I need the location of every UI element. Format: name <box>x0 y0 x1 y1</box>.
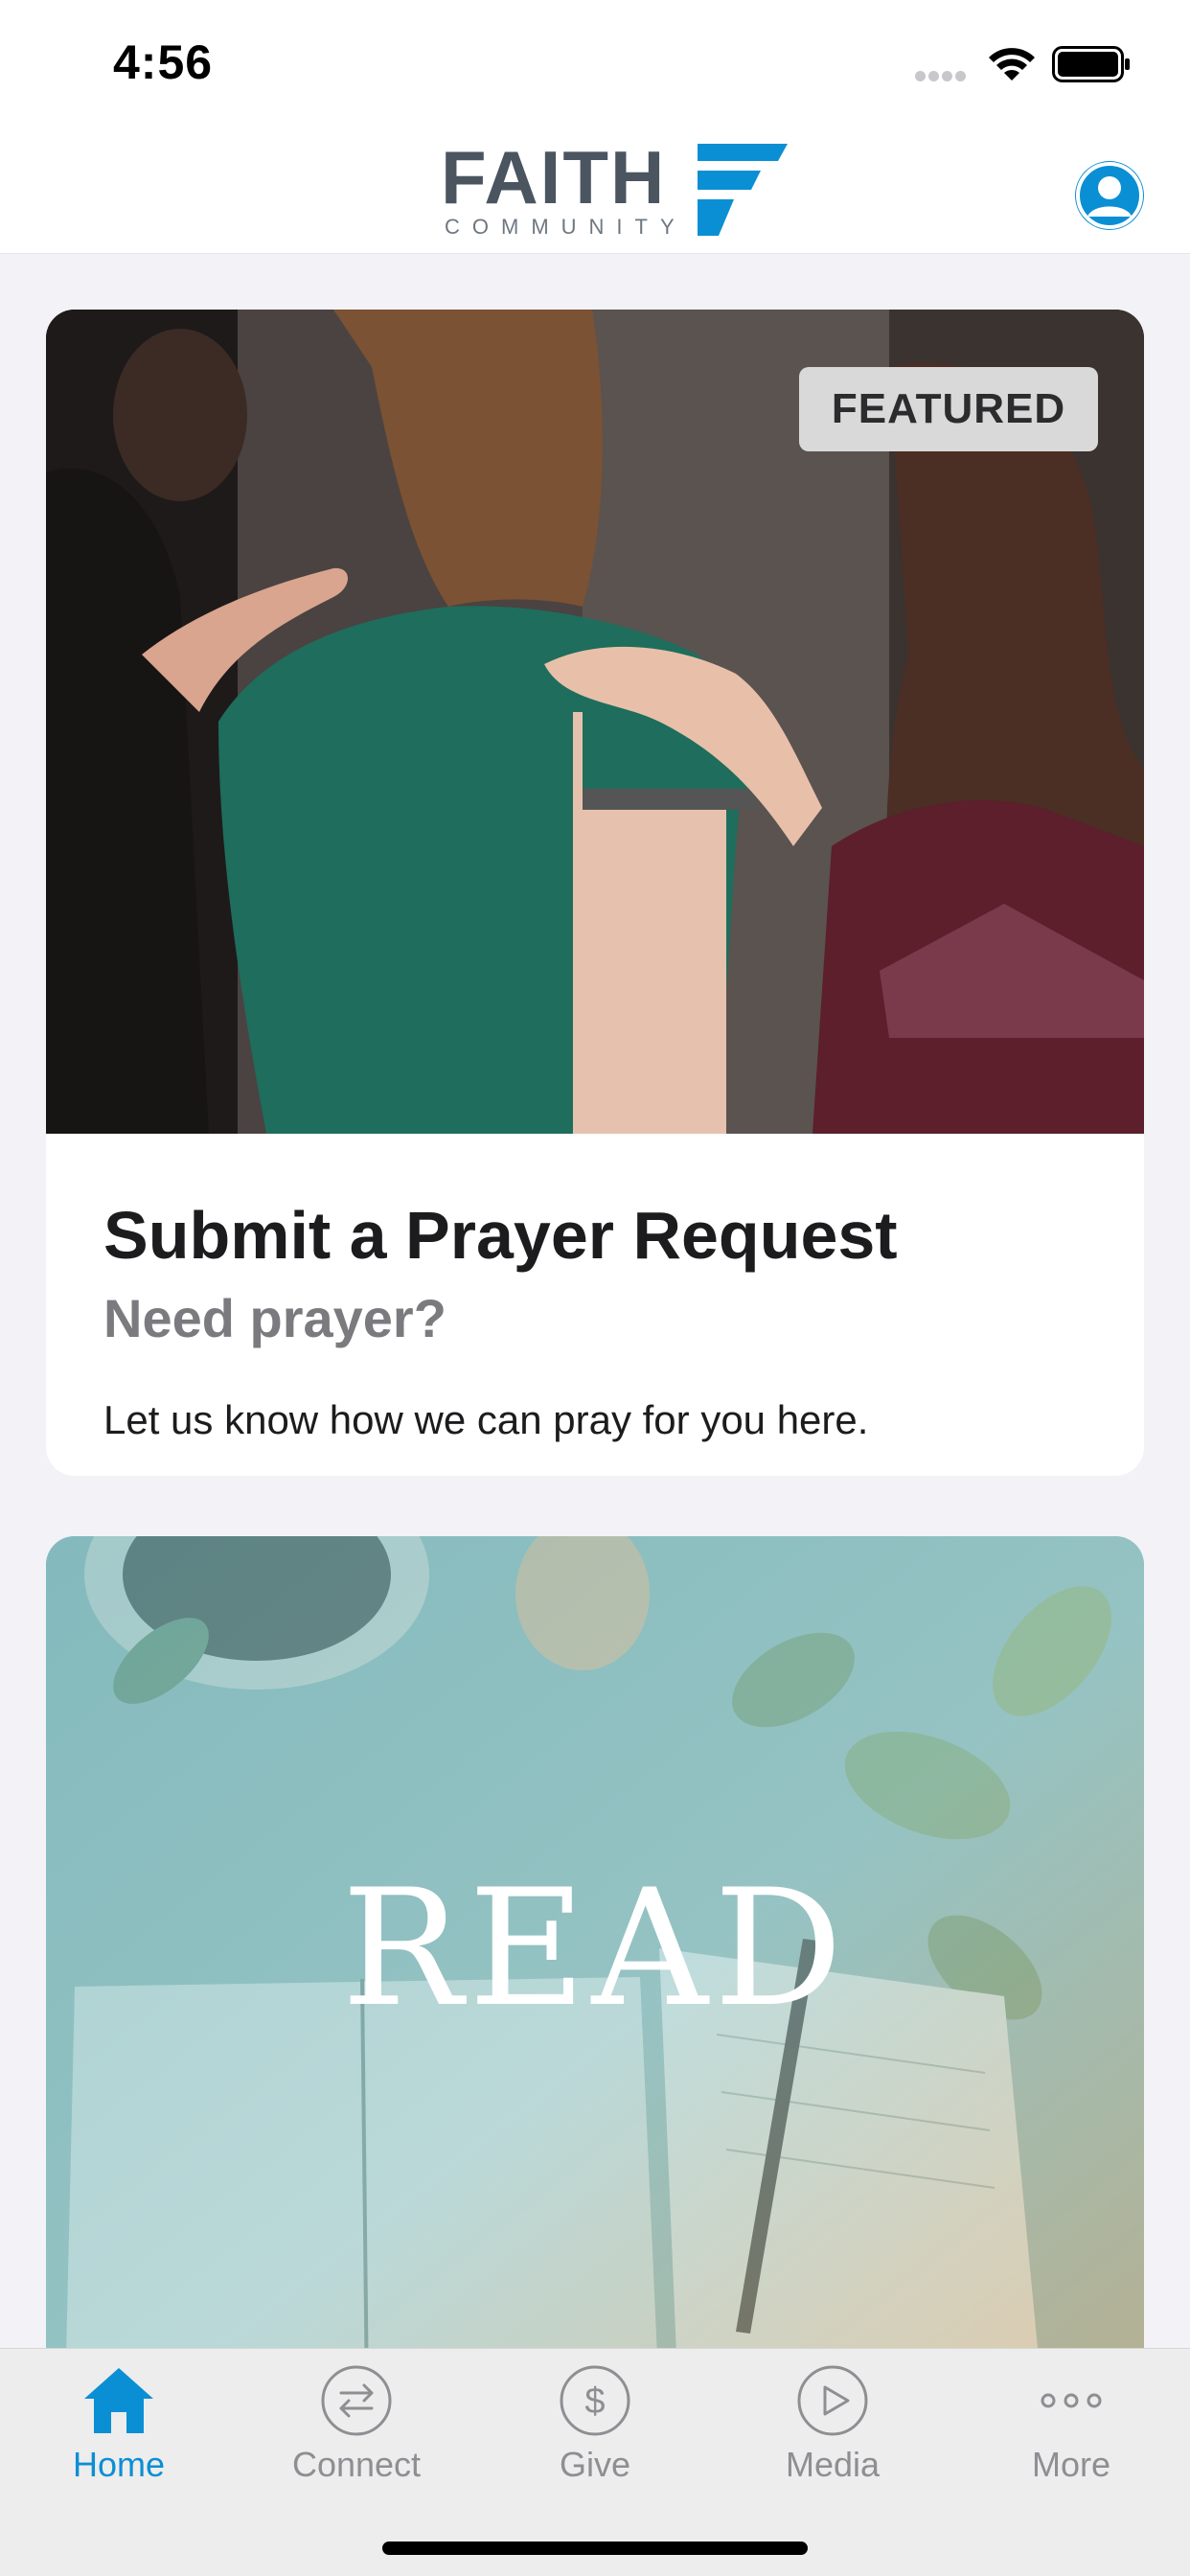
tab-label-give: Give <box>559 2445 631 2484</box>
card-title: Submit a Prayer Request <box>103 1198 898 1273</box>
app-header: FAITH COMMUNITY <box>0 125 1190 254</box>
prayer-group-photo: FEATURED <box>46 310 1144 1134</box>
connect-arrows-icon <box>321 2365 392 2436</box>
home-feed[interactable]: FEATURED Submit a Prayer Request Need pr… <box>0 254 1190 2348</box>
tab-label-home: Home <box>72 2445 166 2484</box>
tab-connect[interactable]: Connect <box>238 2349 475 2493</box>
read-title: READ <box>341 1854 849 2042</box>
wifi-icon <box>989 48 1035 80</box>
status-bar: 4:56 <box>0 0 1190 125</box>
profile-button[interactable] <box>1075 161 1144 230</box>
svg-text:$: $ <box>584 2381 605 2422</box>
read-card[interactable]: READ <box>46 1536 1144 2348</box>
card-subtitle: Need prayer? <box>103 1288 446 1348</box>
tab-more[interactable]: More <box>952 2349 1190 2493</box>
more-dots-icon <box>1041 2393 1102 2408</box>
faith-community-logo[interactable]: FAITH COMMUNITY <box>441 135 788 239</box>
read-banner-image: READ <box>46 1536 1144 2348</box>
card-description: Let us know how we can pray for you here… <box>103 1397 869 1442</box>
dollar-icon: $ <box>560 2365 630 2436</box>
tab-label-more: More <box>1031 2445 1111 2484</box>
play-icon <box>797 2365 868 2436</box>
prayer-request-card[interactable]: FEATURED Submit a Prayer Request Need pr… <box>46 310 1144 1476</box>
battery-icon <box>1052 46 1130 82</box>
tab-label-media: Media <box>785 2445 881 2484</box>
tab-give[interactable]: $ Give <box>476 2349 714 2493</box>
logo-flag-mark <box>698 144 788 236</box>
logo-wordmark: FAITH <box>441 135 667 219</box>
logo-tagline: COMMUNITY <box>445 215 687 239</box>
tab-label-connect: Connect <box>291 2445 422 2484</box>
home-icon <box>84 2368 153 2433</box>
person-icon <box>1076 162 1143 229</box>
home-indicator[interactable] <box>382 2542 808 2555</box>
featured-badge: FEATURED <box>799 367 1098 451</box>
tab-home[interactable]: Home <box>0 2349 238 2493</box>
cellular-signal-icon <box>915 69 969 86</box>
status-time: 4:56 <box>113 35 214 89</box>
tab-media[interactable]: Media <box>714 2349 951 2493</box>
